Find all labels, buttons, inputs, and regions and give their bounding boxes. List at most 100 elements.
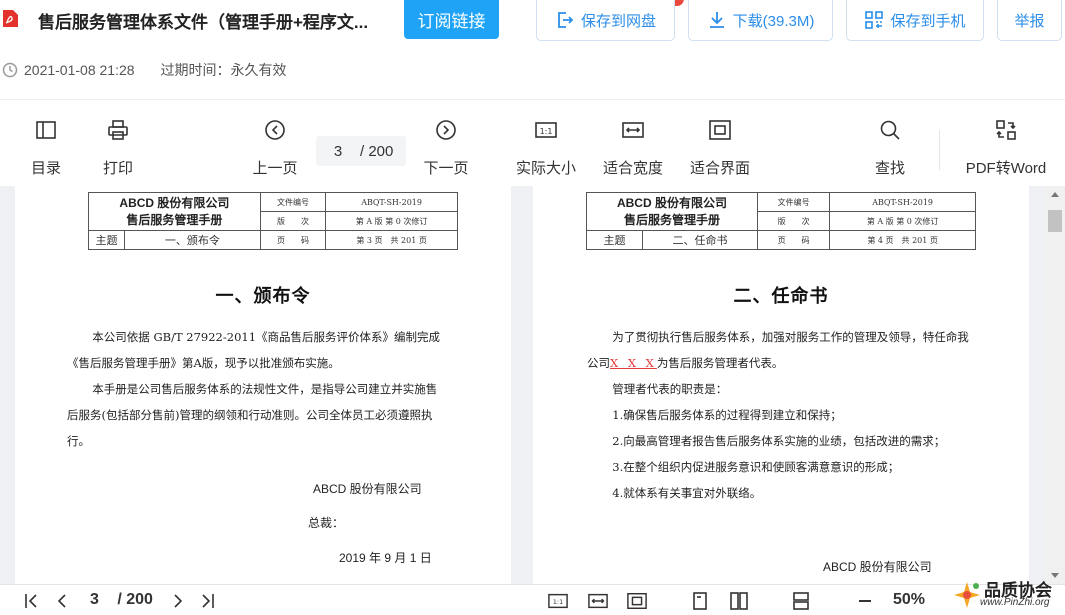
next-page-label: 下一页 (423, 160, 469, 177)
actual-size-icon: 1:1 (535, 122, 557, 138)
download-label: 下载(39.3M) (732, 12, 815, 30)
topic-value: 二、任命书 (642, 230, 758, 250)
page-total: / 200 (360, 142, 394, 160)
company-manual-cell: ABCD 股份有限公司 售后服务管理手册 (88, 192, 261, 231)
scroll-up-arrow[interactable] (1051, 192, 1059, 197)
company-name: ABCD 股份有限公司 (119, 195, 230, 210)
next-page-button[interactable]: 下一页 (421, 118, 471, 178)
toolbar-divider (939, 130, 940, 170)
fit-width-bottom-button[interactable] (588, 591, 610, 611)
zoom-out-button[interactable] (855, 591, 875, 611)
bottom-total-pages: / 200 (117, 591, 153, 608)
topic-label: 主题 (88, 230, 125, 250)
search-button[interactable]: 查找 (872, 118, 908, 178)
prev-page-bottom-button[interactable] (52, 591, 72, 611)
pdf-file-icon (3, 10, 18, 27)
fit-width-label: 适合宽度 (602, 160, 663, 177)
page-number-input[interactable]: 3 (316, 143, 360, 160)
bottom-page-indicator: 3 / 200 (90, 591, 153, 609)
subscribe-link-button[interactable]: 订阅链接 (404, 0, 499, 39)
fit-screen-button[interactable]: 适合界面 (688, 118, 752, 178)
vertical-scrollbar[interactable] (1045, 186, 1065, 584)
last-page-icon (202, 594, 214, 608)
pinzhi-logo-icon (954, 582, 980, 608)
docno-value: ABQT-SH-2019 (325, 192, 458, 212)
continuous-scroll-icon (793, 592, 809, 610)
actual-size-label: 实际大小 (515, 160, 576, 177)
signature-date: 2019 年 9 月 1 日 (339, 551, 432, 565)
manual-name: 售后服务管理手册 (623, 212, 720, 227)
list-item: 3.在整个组织内促进服务意识和使顾客满意意识的形成； (612, 460, 900, 474)
continuous-scroll-button[interactable] (791, 591, 811, 611)
appointee-placeholder: X X X (610, 356, 657, 370)
save-to-cloud-button[interactable]: 保存到网盘 (536, 0, 675, 41)
actual-size-button[interactable]: 1:1 实际大小 (514, 118, 578, 178)
fit-screen-icon (709, 120, 731, 140)
appointment-text-end: 为售后服务管理者代表。 (656, 356, 784, 370)
document-page-4: ABCD 股份有限公司 售后服务管理手册 文件编号 ABQT-SH-2019 版… (533, 186, 1029, 584)
page-value: 第 4 页 共 201 页 (829, 230, 976, 250)
single-page-view-button[interactable] (690, 591, 710, 611)
page-header-table: ABCD 股份有限公司 售后服务管理手册 文件编号 ABQT-SH-2019 版… (88, 192, 458, 250)
docno-value: ABQT-SH-2019 (829, 192, 976, 212)
first-page-button[interactable] (22, 591, 42, 611)
chevron-right-circle-icon (436, 120, 456, 140)
document-viewer[interactable]: ABCD 股份有限公司 售后服务管理手册 文件编号 ABQT-SH-2019 版… (0, 186, 1065, 584)
page-header-table: ABCD 股份有限公司 售后服务管理手册 文件编号 ABQT-SH-2019 版… (586, 192, 976, 250)
actual-size-icon: 1:1 (548, 593, 568, 609)
document-meta: 2021-01-08 21:28 过期时间：永久有效 (2, 60, 287, 80)
fit-screen-icon (627, 593, 647, 609)
page-heading: 二、任命书 (733, 286, 829, 306)
first-page-icon (25, 594, 37, 608)
two-page-view-button[interactable] (729, 591, 749, 611)
next-page-bottom-button[interactable] (168, 591, 188, 611)
page-body: 为了贯彻执行售后服务体系，加强对服务工作的管理及领导，特任命我公司X X X为售… (587, 324, 977, 506)
scroll-thumb[interactable] (1048, 210, 1062, 232)
fit-width-button[interactable]: 适合宽度 (601, 118, 665, 178)
list-item: 1.确保售后服务体系的过程得到建立和保持； (612, 408, 842, 422)
company-name: ABCD 股份有限公司 (616, 195, 727, 210)
single-page-icon (693, 592, 707, 610)
actual-size-bottom-button[interactable]: 1:1 (548, 591, 570, 611)
zoom-level: 50% (893, 591, 926, 608)
version-label: 版 次 (756, 211, 831, 231)
watermark-url: www.PinZhi.org (980, 597, 1050, 608)
save-to-cloud-label: 保存到网盘 (580, 12, 656, 30)
last-page-button[interactable] (197, 591, 217, 611)
fit-width-icon (588, 593, 608, 609)
chevron-left-circle-icon (265, 120, 285, 140)
printer-icon (108, 120, 128, 140)
list-item: 4.就体系有关事宜对外联络。 (612, 486, 762, 500)
download-icon (709, 12, 724, 28)
download-button[interactable]: 下载(39.3M) (688, 0, 833, 41)
upload-datetime: 2021-01-08 21:28 (24, 62, 135, 78)
docno-label: 文件编号 (259, 192, 327, 212)
bottom-navigation-bar: 3 / 200 1:1 50% (0, 584, 1065, 615)
pdf-to-word-button[interactable]: PDF转Word (962, 118, 1050, 178)
fit-screen-label: 适合界面 (689, 160, 750, 177)
manual-name: 售后服务管理手册 (126, 212, 223, 227)
prev-page-label: 上一页 (252, 160, 298, 177)
page-number-box: 3 / 200 (316, 136, 406, 166)
print-button[interactable]: 打印 (100, 118, 136, 178)
save-to-phone-button[interactable]: 保存到手机 (846, 0, 984, 41)
cloud-save-icon (558, 12, 574, 28)
two-page-icon (730, 592, 748, 610)
chevron-left-icon (57, 594, 66, 608)
page-heading: 一、颁布令 (215, 286, 311, 306)
topic-label: 主题 (586, 230, 643, 250)
minus-icon (859, 600, 871, 602)
search-label: 查找 (874, 160, 905, 177)
toc-button[interactable]: 目录 (28, 118, 64, 178)
document-header: 售后服务管理体系文件（管理手册+程序文... 订阅链接 保存到网盘 下载(39.… (0, 0, 1065, 100)
fit-screen-bottom-button[interactable] (627, 591, 649, 611)
fit-width-icon (622, 122, 644, 138)
docno-label: 文件编号 (756, 192, 831, 212)
version-value: 第 A 版 第 0 次修订 (325, 211, 458, 231)
svg-text:1:1: 1:1 (540, 127, 553, 136)
report-button[interactable]: 举报 (997, 0, 1062, 41)
document-title: 售后服务管理体系文件（管理手册+程序文... (38, 13, 369, 32)
expiry-text: 过期时间：永久有效 (160, 62, 287, 78)
prev-page-button[interactable]: 上一页 (250, 118, 300, 178)
bottom-current-page[interactable]: 3 (90, 591, 99, 608)
